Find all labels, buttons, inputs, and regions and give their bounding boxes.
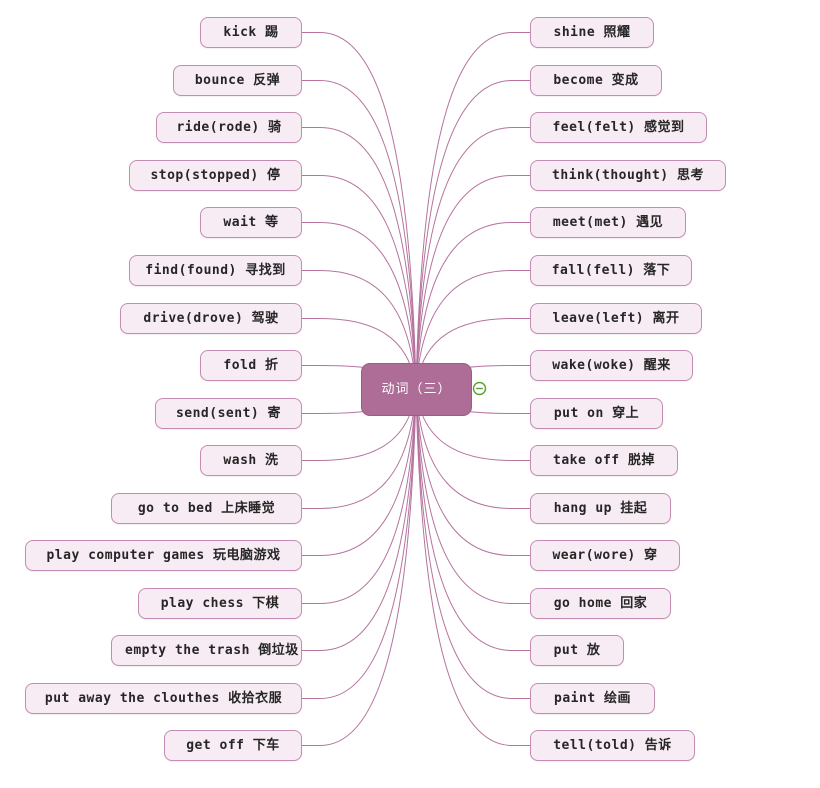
branch-node-label: send(sent) 寄 <box>175 406 282 421</box>
connector-right-15 <box>415 388 530 746</box>
connector-right-13 <box>415 388 530 651</box>
branch-node-left-4[interactable]: wait 等 <box>200 207 302 238</box>
branch-node-label: put 放 <box>553 643 601 658</box>
branch-node-label: get off 下车 <box>186 738 280 753</box>
branch-node-label: paint 绘画 <box>554 691 631 706</box>
connector-left-2 <box>302 127 417 390</box>
branch-node-left-6[interactable]: drive(drove) 驾驶 <box>120 303 302 334</box>
branch-node-left-3[interactable]: stop(stopped) 停 <box>129 160 302 191</box>
collapse-minus-icon[interactable] <box>472 381 487 396</box>
mindmap-canvas: kick 踢 bounce 反弹 ride(rode) 骑 stop(stopped)… <box>0 0 820 788</box>
branch-node-label: hang up 挂起 <box>553 501 648 516</box>
central-topic-label: 动词（三） <box>381 382 452 397</box>
branch-node-label: take off 脱掉 <box>553 453 655 468</box>
branch-node-left-14[interactable]: put away the clouthes 收拾衣服 <box>25 683 302 714</box>
branch-node-left-5[interactable]: find(found) 寻找到 <box>129 255 302 286</box>
connector-left-15 <box>302 388 417 746</box>
branch-node-label: kick 踢 <box>223 25 279 40</box>
branch-node-right-9[interactable]: take off 脱掉 <box>530 445 678 476</box>
branch-node-label: put away the clouthes 收拾衣服 <box>44 691 283 706</box>
branch-node-left-1[interactable]: bounce 反弹 <box>173 65 302 96</box>
branch-node-label: feel(felt) 感觉到 <box>552 120 685 135</box>
branch-node-label: wake(woke) 醒来 <box>552 358 671 373</box>
branch-node-right-10[interactable]: hang up 挂起 <box>530 493 671 524</box>
branch-node-right-1[interactable]: become 变成 <box>530 65 662 96</box>
branch-node-label: empty the trash 倒垃圾 <box>125 643 299 658</box>
branch-node-label: wash 洗 <box>223 453 279 468</box>
connector-right-1 <box>415 80 530 390</box>
branch-node-label: ride(rode) 骑 <box>176 120 282 135</box>
branch-node-right-0[interactable]: shine 照耀 <box>530 17 654 48</box>
branch-node-label: play chess 下棋 <box>160 596 280 611</box>
branch-node-right-5[interactable]: fall(fell) 落下 <box>530 255 692 286</box>
branch-node-right-14[interactable]: paint 绘画 <box>530 683 655 714</box>
branch-node-label: go home 回家 <box>553 596 648 611</box>
branch-node-label: go to bed 上床睡觉 <box>137 501 276 516</box>
branch-node-left-7[interactable]: fold 折 <box>200 350 302 381</box>
branch-node-left-9[interactable]: wash 洗 <box>200 445 302 476</box>
connector-left-3 <box>302 175 417 390</box>
branch-node-right-6[interactable]: leave(left) 离开 <box>530 303 702 334</box>
branch-node-right-7[interactable]: wake(woke) 醒来 <box>530 350 693 381</box>
branch-node-left-0[interactable]: kick 踢 <box>200 17 302 48</box>
connector-left-12 <box>302 388 417 604</box>
branch-node-left-2[interactable]: ride(rode) 骑 <box>156 112 302 143</box>
branch-node-right-11[interactable]: wear(wore) 穿 <box>530 540 680 571</box>
connector-right-0 <box>415 32 530 390</box>
connector-right-12 <box>415 388 530 604</box>
branch-node-label: put on 穿上 <box>553 406 640 421</box>
branch-node-label: tell(told) 告诉 <box>553 738 672 753</box>
branch-node-right-8[interactable]: put on 穿上 <box>530 398 663 429</box>
branch-node-label: meet(met) 遇见 <box>552 215 664 230</box>
connector-right-2 <box>415 127 530 390</box>
connector-left-14 <box>302 388 417 699</box>
branch-node-label: think(thought) 思考 <box>552 168 704 183</box>
branch-node-label: wait 等 <box>223 215 279 230</box>
connector-left-1 <box>302 80 417 390</box>
branch-node-label: fold 折 <box>223 358 279 373</box>
branch-node-left-10[interactable]: go to bed 上床睡觉 <box>111 493 302 524</box>
branch-node-left-12[interactable]: play chess 下棋 <box>138 588 302 619</box>
branch-node-label: become 变成 <box>553 73 639 88</box>
central-topic-node[interactable]: 动词（三） <box>361 363 472 416</box>
connector-left-0 <box>302 32 417 390</box>
branch-node-right-4[interactable]: meet(met) 遇见 <box>530 207 686 238</box>
branch-node-label: leave(left) 离开 <box>552 311 680 326</box>
branch-node-right-12[interactable]: go home 回家 <box>530 588 671 619</box>
branch-node-label: drive(drove) 驾驶 <box>143 311 279 326</box>
branch-node-left-11[interactable]: play computer games 玩电脑游戏 <box>25 540 302 571</box>
branch-node-label: play computer games 玩电脑游戏 <box>46 548 281 563</box>
branch-node-label: stop(stopped) 停 <box>150 168 281 183</box>
branch-node-right-13[interactable]: put 放 <box>530 635 624 666</box>
branch-node-label: bounce 反弹 <box>194 73 281 88</box>
branch-node-label: shine 照耀 <box>553 25 631 40</box>
connector-left-13 <box>302 388 417 651</box>
connector-right-14 <box>415 388 530 699</box>
branch-node-right-15[interactable]: tell(told) 告诉 <box>530 730 695 761</box>
branch-node-right-3[interactable]: think(thought) 思考 <box>530 160 726 191</box>
branch-node-left-13[interactable]: empty the trash 倒垃圾 <box>111 635 302 666</box>
branch-node-left-8[interactable]: send(sent) 寄 <box>155 398 302 429</box>
branch-node-left-15[interactable]: get off 下车 <box>164 730 302 761</box>
branch-node-label: find(found) 寻找到 <box>145 263 286 278</box>
branch-node-label: wear(wore) 穿 <box>552 548 658 563</box>
connector-right-3 <box>415 175 530 390</box>
branch-node-label: fall(fell) 落下 <box>551 263 671 278</box>
branch-node-right-2[interactable]: feel(felt) 感觉到 <box>530 112 707 143</box>
